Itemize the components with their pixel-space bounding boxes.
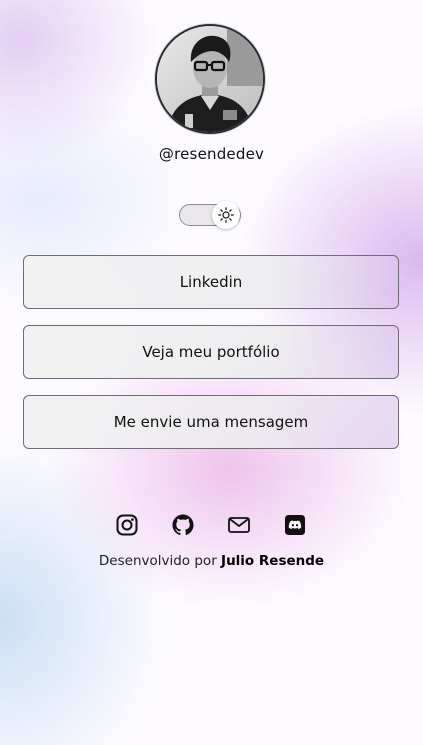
profile-photo [157, 26, 263, 132]
portfolio-button[interactable]: Veja meu portfólio [23, 325, 399, 379]
github-icon [172, 514, 194, 536]
linkedin-button[interactable]: Linkedin [23, 255, 399, 309]
sun-icon [218, 207, 234, 223]
footer-prefix: Desenvolvido por [98, 553, 217, 569]
mail-icon [228, 517, 250, 533]
social-links [0, 512, 423, 538]
username: @resendedev [158, 145, 265, 163]
footer-author: Julio Resende [221, 553, 325, 569]
profile-avatar [155, 24, 265, 134]
discord-link[interactable] [282, 512, 308, 538]
theme-toggle-knob[interactable] [212, 201, 240, 229]
link-tree-page: @resendedev Linkedin Veja meu portfólio … [0, 0, 423, 745]
discord-icon [285, 515, 305, 535]
instagram-icon [116, 514, 138, 536]
footer-credit: Desenvolvido por Julio Resende [0, 553, 423, 569]
github-link[interactable] [170, 512, 196, 538]
mail-link[interactable] [226, 512, 252, 538]
instagram-link[interactable] [114, 512, 140, 538]
send-message-button[interactable]: Me envie uma mensagem [23, 395, 399, 449]
theme-toggle[interactable] [179, 201, 241, 229]
